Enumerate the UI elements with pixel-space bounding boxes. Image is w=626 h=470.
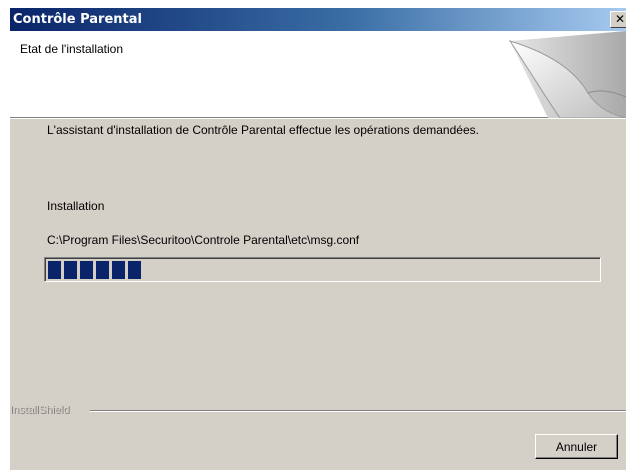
brand-row: InstallShield [10, 402, 626, 418]
installer-window: Contrôle Parental ✕ Etat de l'installati… [10, 8, 626, 470]
status-label: Installation [47, 199, 105, 213]
header-title: Etat de l'installation [20, 42, 124, 56]
description-text: L'assistant d'installation de Contrôle P… [47, 123, 479, 137]
progress-bar [44, 257, 601, 282]
progress-segment [128, 261, 141, 279]
window-title: Contrôle Parental [13, 12, 142, 27]
header-panel: Etat de l'installation [10, 31, 626, 118]
progress-segment [96, 261, 109, 279]
progress-segment [80, 261, 93, 279]
close-icon: ✕ [614, 12, 626, 26]
header-divider [10, 118, 626, 119]
progress-track [45, 258, 600, 281]
installshield-brand: InstallShield [10, 404, 70, 416]
progress-segment [64, 261, 77, 279]
cancel-button[interactable]: Annuler [535, 434, 618, 459]
page-curl-icon [508, 31, 626, 118]
current-file-path: C:\Program Files\Securitoo\Controle Pare… [47, 233, 360, 247]
progress-fill [48, 261, 602, 279]
progress-segment [48, 261, 61, 279]
close-button[interactable]: ✕ [610, 11, 626, 28]
title-bar[interactable]: Contrôle Parental ✕ [10, 8, 626, 31]
progress-segment [112, 261, 125, 279]
brand-divider [90, 410, 626, 412]
progress-segments [48, 261, 602, 279]
